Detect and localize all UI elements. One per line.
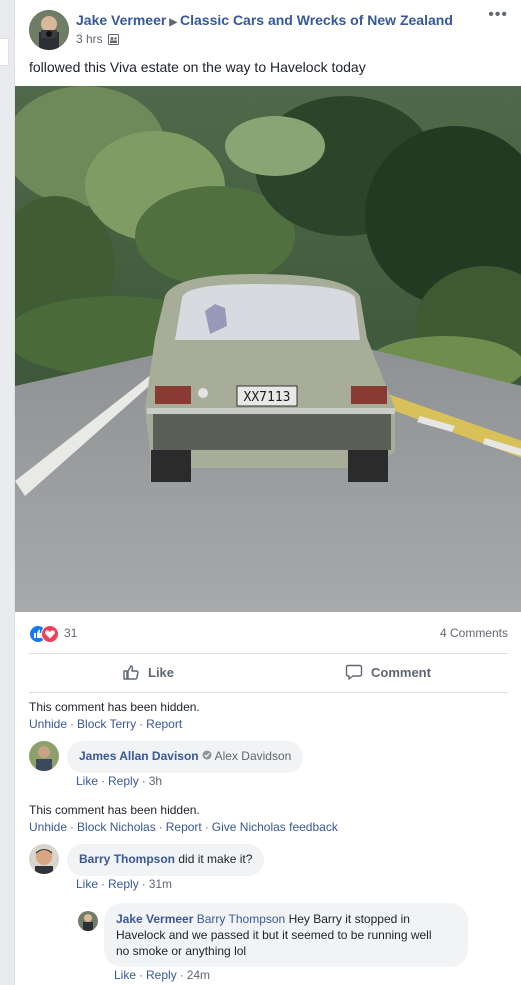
hidden-comment-actions: Unhide · Block Nicholas · Report · Give Nichol… bbox=[29, 820, 338, 834]
reaction-count[interactable]: 31 bbox=[64, 626, 77, 640]
reactions-row: 31 4 Comments bbox=[29, 624, 508, 643]
comment-actions: Like · Reply · 31m bbox=[76, 877, 173, 891]
comment-time[interactable]: 31m bbox=[149, 877, 172, 891]
give-feedback-link[interactable]: Give Nicholas feedback bbox=[212, 820, 338, 834]
comment-like-link[interactable]: Like bbox=[76, 774, 98, 788]
block-user-link[interactable]: Block Nicholas bbox=[77, 820, 156, 834]
arrow-right-icon: ▶ bbox=[169, 17, 178, 28]
reply-text-line-1: Hey Barry it stopped in bbox=[288, 912, 410, 926]
divider bbox=[29, 692, 508, 693]
reply-time[interactable]: 24m bbox=[187, 968, 210, 982]
unhide-link[interactable]: Unhide bbox=[29, 717, 67, 731]
unhide-link[interactable]: Unhide bbox=[29, 820, 67, 834]
comment-bubble-icon bbox=[345, 664, 363, 680]
group-icon bbox=[107, 34, 119, 48]
comment-bubble: Barry Thompson did it make it? bbox=[67, 844, 265, 876]
hidden-comment-actions: Unhide · Block Terry · Report bbox=[29, 717, 183, 731]
report-link[interactable]: Report bbox=[146, 717, 182, 731]
commenter-avatar[interactable] bbox=[29, 844, 59, 874]
comment-reply-link[interactable]: Reply bbox=[108, 774, 139, 788]
reply-author-link[interactable]: Jake Vermeer bbox=[116, 912, 193, 926]
left-edge-tab bbox=[0, 38, 9, 66]
comment-like-link[interactable]: Like bbox=[76, 877, 98, 891]
post-photo[interactable]: XX7113 bbox=[0, 86, 521, 612]
reply-bubble: Jake Vermeer Barry Thompson Hey Barry it… bbox=[104, 903, 468, 967]
verified-icon bbox=[202, 749, 212, 763]
reply-reply-link[interactable]: Reply bbox=[146, 968, 177, 982]
comment-actions: Like · Reply · 3h bbox=[76, 774, 163, 788]
hidden-comment-notice: This comment has been hidden. bbox=[29, 803, 200, 817]
group-name-link[interactable]: Classic Cars and Wrecks of New Zealand bbox=[180, 12, 453, 28]
commenter-avatar[interactable] bbox=[29, 741, 59, 771]
report-link[interactable]: Report bbox=[166, 820, 202, 834]
post-card: Jake Vermeer ▶ Classic Cars and Wrecks of … bbox=[0, 0, 521, 985]
reply-author-avatar[interactable] bbox=[78, 911, 98, 931]
love-reaction-icon[interactable] bbox=[41, 625, 59, 643]
like-button[interactable]: Like bbox=[122, 663, 174, 681]
comment-label: Comment bbox=[371, 664, 431, 680]
post-text: followed this Viva estate on the way to … bbox=[29, 59, 366, 75]
commenter-name-link[interactable]: James Allan Davison bbox=[79, 749, 199, 763]
comment-time[interactable]: 3h bbox=[149, 774, 162, 788]
post-timestamp[interactable]: 3 hrs bbox=[76, 32, 103, 46]
comment-text: did it make it? bbox=[178, 852, 253, 866]
post-meta: 3 hrs bbox=[76, 32, 119, 48]
commenter-name-link[interactable]: Barry Thompson bbox=[79, 852, 175, 866]
reply-actions: Like · Reply · 24m bbox=[114, 968, 211, 982]
reply-text-line-2: Havelock and we passed it but it seemed … bbox=[116, 928, 432, 942]
thumbs-up-icon bbox=[123, 665, 139, 680]
license-plate-text: XX7113 bbox=[244, 390, 291, 405]
comment-count-link[interactable]: 4 Comments bbox=[440, 626, 508, 640]
like-label: Like bbox=[148, 664, 175, 680]
author-avatar[interactable] bbox=[29, 10, 69, 50]
comment-bubble: James Allan Davison Alex Davidson bbox=[67, 741, 304, 773]
comment-button[interactable]: Comment bbox=[345, 663, 431, 681]
block-user-link[interactable]: Block Terry bbox=[77, 717, 136, 731]
divider bbox=[29, 653, 508, 654]
comment-reply-link[interactable]: Reply bbox=[108, 877, 139, 891]
author-name-link[interactable]: Jake Vermeer bbox=[76, 12, 166, 28]
reply-like-link[interactable]: Like bbox=[114, 968, 136, 982]
tagged-user-link[interactable]: Alex Davidson bbox=[215, 749, 292, 763]
reply-text-line-3: no smoke or anything lol bbox=[116, 944, 247, 958]
more-options-icon[interactable]: ••• bbox=[488, 6, 508, 24]
hidden-comment-notice: This comment has been hidden. bbox=[29, 700, 200, 714]
tagged-user-link[interactable]: Barry Thompson bbox=[197, 912, 285, 926]
post-header-title: Jake Vermeer ▶ Classic Cars and Wrecks of … bbox=[76, 12, 453, 28]
